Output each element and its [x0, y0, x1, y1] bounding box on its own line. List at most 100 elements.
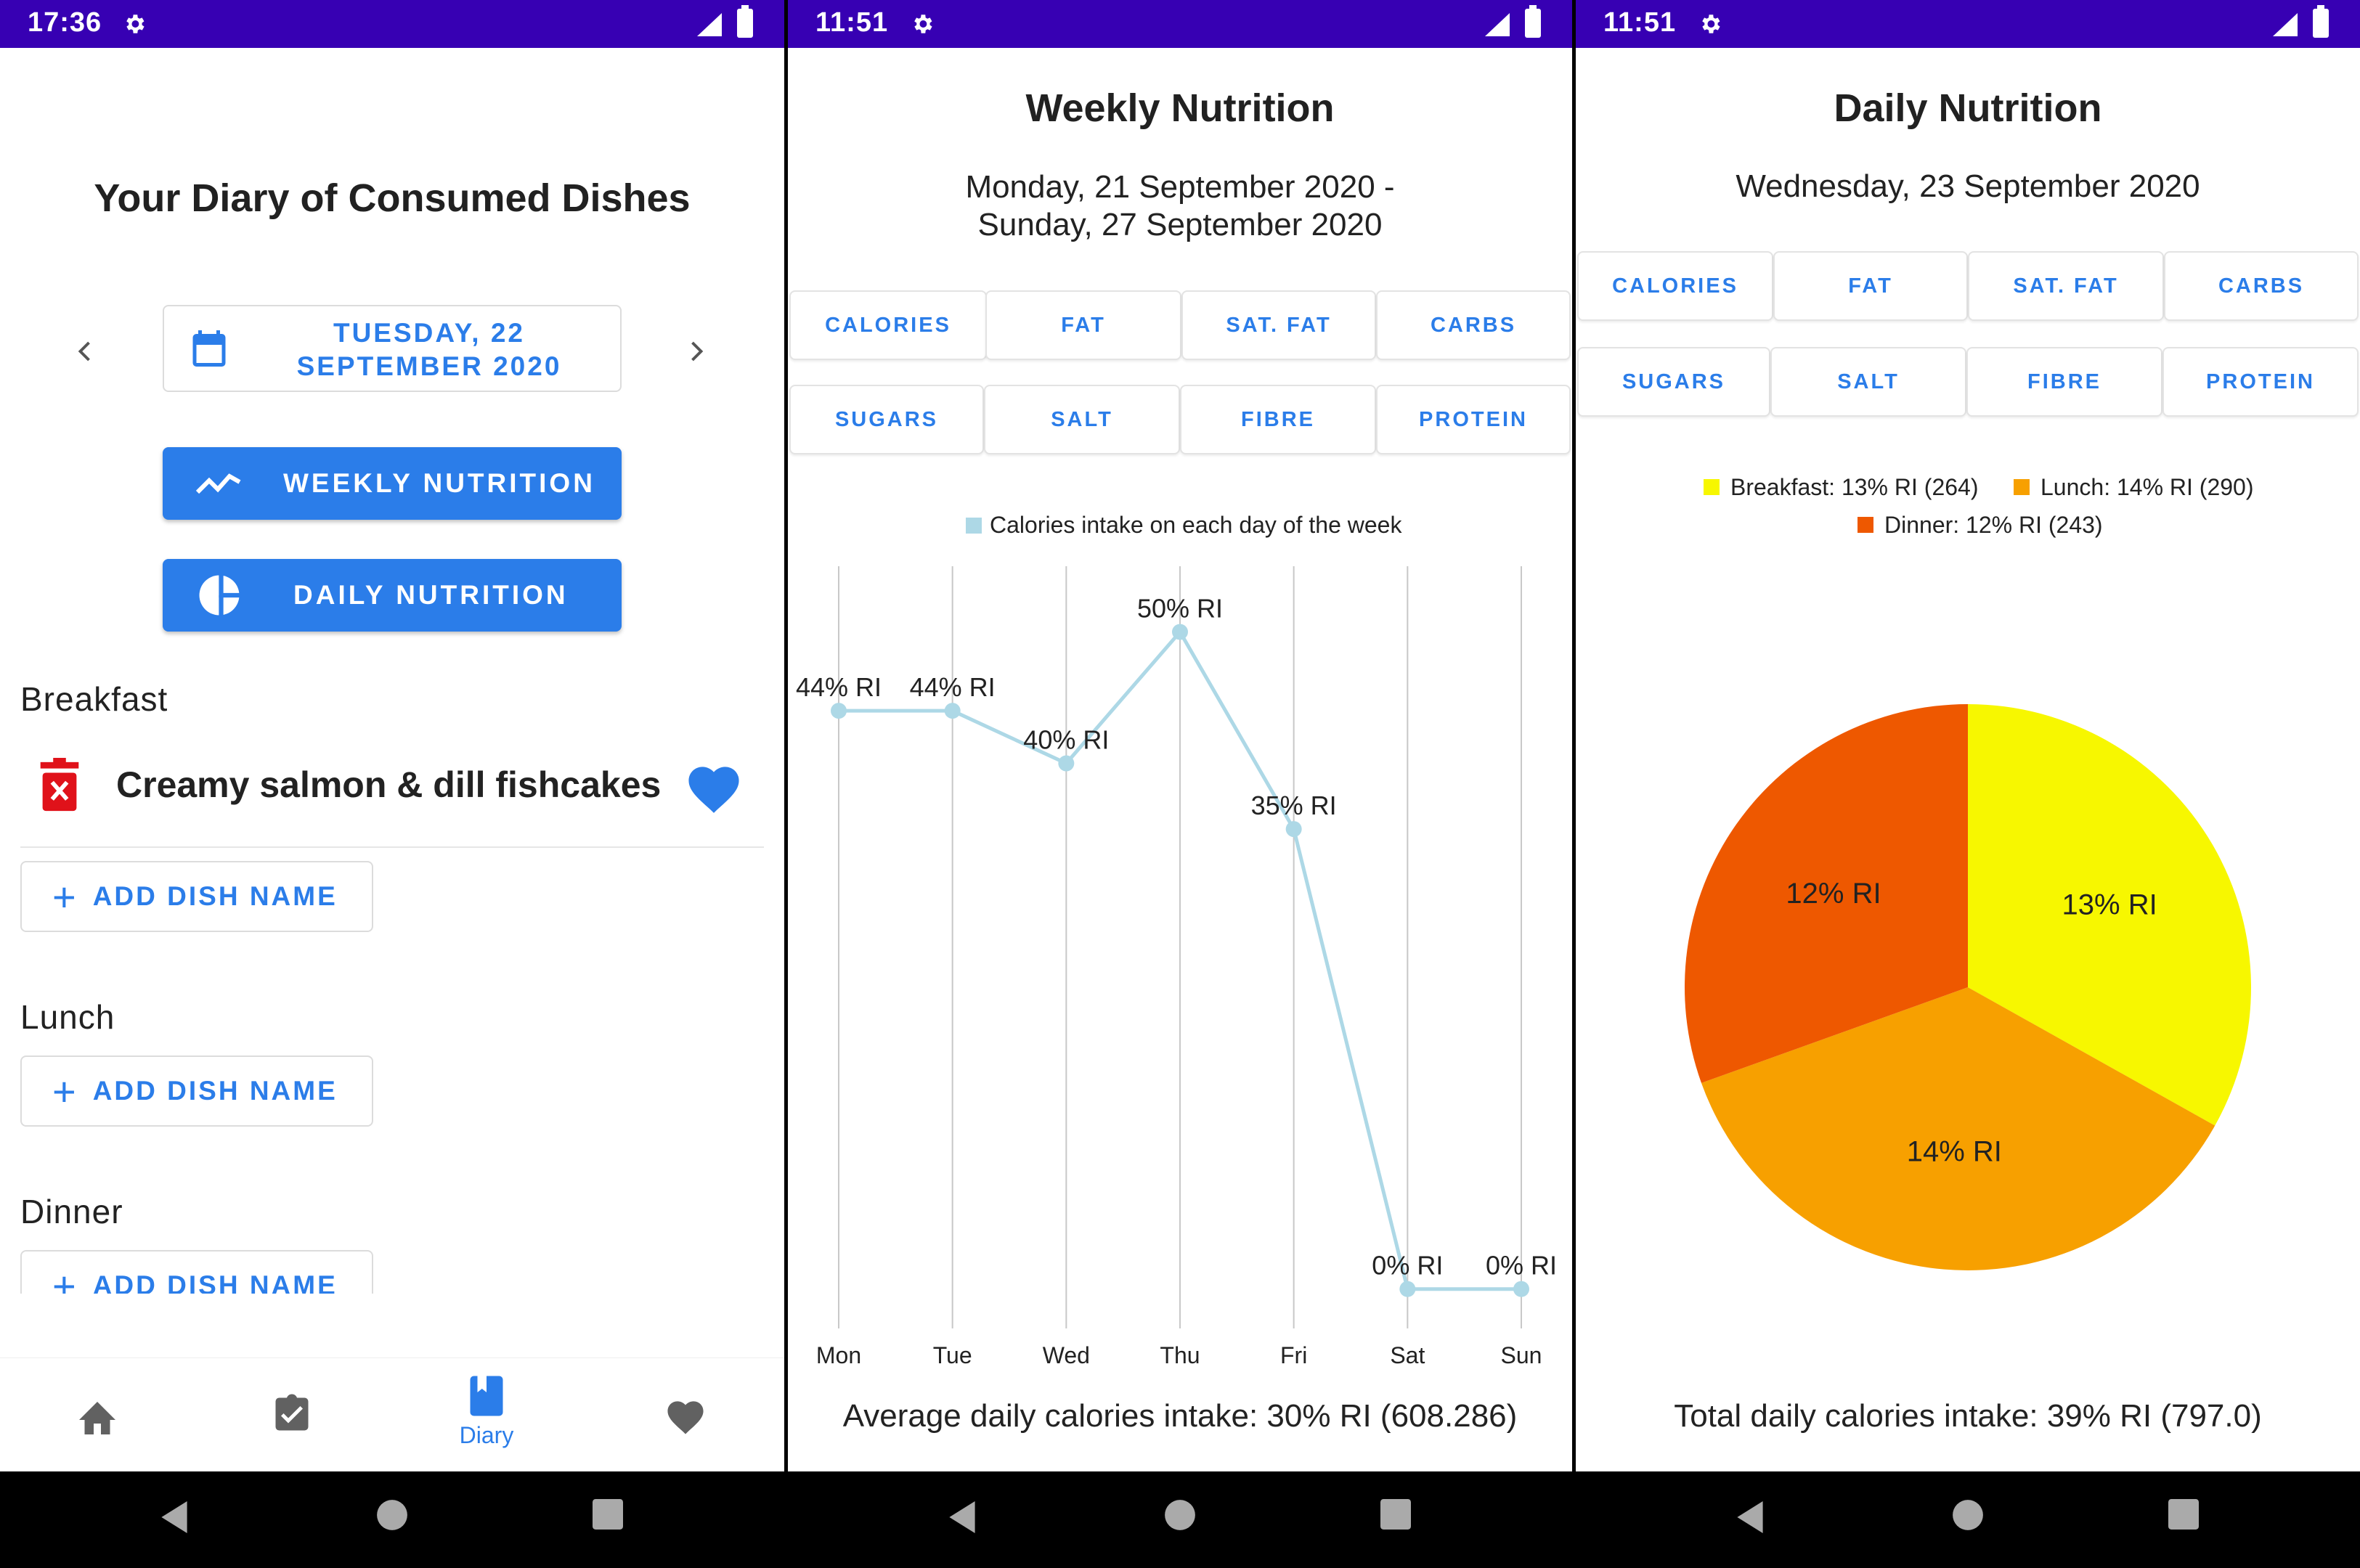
- data-point: [1513, 1281, 1529, 1297]
- data-label: 44% RI: [910, 672, 996, 702]
- data-point: [1285, 821, 1302, 838]
- average-intake-summary: Average daily calories intake: 30% RI (6…: [842, 1398, 1518, 1434]
- battery-icon: [2313, 5, 2329, 38]
- pie-slice-label: 13% RI: [2062, 889, 2157, 921]
- add-dinner-dish-button[interactable]: + ADD DISH NAME: [20, 1250, 373, 1294]
- data-label: 40% RI: [1023, 725, 1109, 755]
- add-lunch-dish-button[interactable]: + ADD DISH NAME: [20, 1055, 373, 1127]
- tab-fibre[interactable]: FIBRE: [1180, 385, 1376, 454]
- data-label: 0% RI: [1486, 1251, 1557, 1281]
- trending-line-icon: [195, 473, 241, 494]
- tab-sat-fat[interactable]: SAT. FAT: [1968, 251, 2164, 321]
- dinner-heading: Dinner: [20, 1193, 123, 1230]
- legend-lunch: Lunch: 14% RI (290): [2040, 474, 2254, 500]
- data-label: 44% RI: [796, 672, 882, 702]
- x-tick-label: Fri: [1280, 1342, 1307, 1368]
- tab-sat-fat[interactable]: SAT. FAT: [1181, 290, 1376, 360]
- back-triangle-icon[interactable]: [158, 1499, 190, 1535]
- settings-gear-icon: [126, 15, 145, 33]
- settings-gear-icon: [914, 15, 932, 33]
- data-point: [944, 703, 961, 719]
- add-breakfast-dish-button[interactable]: + ADD DISH NAME: [20, 861, 373, 932]
- recents-square-icon[interactable]: [593, 1499, 623, 1530]
- add-dish-label: ADD DISH NAME: [92, 1270, 338, 1294]
- tab-sugars[interactable]: SUGARS: [1577, 347, 1770, 417]
- data-label: 50% RI: [1137, 594, 1223, 624]
- data-point: [831, 703, 847, 719]
- data-label: 35% RI: [1251, 791, 1337, 820]
- nav-diary-book-icon: [470, 1376, 503, 1416]
- status-bar: 17:36: [0, 0, 784, 48]
- back-triangle-icon[interactable]: [946, 1499, 978, 1535]
- tab-fat[interactable]: FAT: [1773, 251, 1968, 321]
- tab-protein[interactable]: PROTEIN: [1376, 385, 1571, 454]
- date-picker-button[interactable]: TUESDAY, 22 SEPTEMBER 2020: [163, 305, 622, 392]
- tab-fibre[interactable]: FIBRE: [1966, 347, 2162, 417]
- date-line-2: SEPTEMBER 2020: [296, 351, 562, 381]
- data-label: 0% RI: [1372, 1251, 1443, 1281]
- tab-salt[interactable]: SALT: [1770, 347, 1966, 417]
- x-tick-label: Tue: [933, 1342, 972, 1368]
- weekly-nutrition-button[interactable]: WEEKLY NUTRITION: [163, 447, 622, 520]
- system-navigation-bar: [1576, 1471, 2360, 1568]
- settings-gear-icon: [1702, 15, 1720, 33]
- recents-square-icon[interactable]: [2168, 1499, 2199, 1530]
- legend-breakfast: Breakfast: 13% RI (264): [1730, 474, 1978, 500]
- signal-icon: [2273, 13, 2298, 36]
- tab-carbs[interactable]: CARBS: [1376, 290, 1571, 360]
- pie-slice-label: 14% RI: [1907, 1135, 2002, 1167]
- daily-nutrition-button[interactable]: DAILY NUTRITION: [163, 559, 622, 632]
- status-bar: 11:51: [1576, 0, 2360, 48]
- daily-screen: 11:51 Daily Nutrition Wednesday, 23 Sept…: [1576, 0, 2360, 1568]
- signal-icon: [697, 13, 722, 36]
- diary-screen: 17:36 Your Diary of Consumed Dishes TUES…: [0, 0, 784, 1568]
- add-dish-label: ADD DISH NAME: [92, 881, 338, 911]
- lunch-heading: Lunch: [20, 998, 115, 1036]
- add-plus-icon: +: [52, 873, 78, 920]
- x-tick-label: Sat: [1390, 1342, 1425, 1368]
- weekly-nutrition-label: WEEKLY NUTRITION: [283, 468, 595, 498]
- home-circle-icon[interactable]: [1164, 1499, 1196, 1531]
- bottom-navigation: Diary: [0, 1357, 784, 1472]
- data-point: [1172, 624, 1188, 640]
- pie-slice-label: 12% RI: [1786, 878, 1881, 910]
- daily-nutrition-label: DAILY NUTRITION: [293, 580, 569, 610]
- status-bar: 11:51: [788, 0, 1572, 48]
- nav-favorites-heart-icon[interactable]: [664, 1396, 707, 1435]
- add-plus-icon: +: [52, 1068, 78, 1114]
- favorite-heart-icon[interactable]: [683, 759, 745, 814]
- system-navigation-bar: [0, 1471, 784, 1568]
- pie-chart-icon: [199, 575, 240, 616]
- x-tick-label: Sun: [1501, 1342, 1542, 1368]
- page-title: Weekly Nutrition: [1025, 86, 1335, 130]
- nav-home-icon[interactable]: [76, 1396, 119, 1437]
- home-circle-icon[interactable]: [376, 1499, 408, 1531]
- total-intake-summary: Total daily calories intake: 39% RI (797…: [1674, 1398, 2262, 1434]
- tab-calories[interactable]: CALORIES: [789, 290, 987, 360]
- data-point: [1058, 755, 1075, 772]
- previous-day-chevron-icon[interactable]: [73, 337, 99, 366]
- calendar-icon: [192, 330, 226, 367]
- status-time: 11:51: [1603, 7, 1677, 38]
- recents-square-icon[interactable]: [1380, 1499, 1411, 1530]
- legend-swatch-breakfast: [1704, 479, 1720, 495]
- tab-sugars[interactable]: SUGARS: [789, 385, 984, 454]
- x-tick-label: Mon: [816, 1342, 861, 1368]
- legend-dinner: Dinner: 12% RI (243): [1884, 512, 2103, 538]
- tab-carbs[interactable]: CARBS: [2164, 251, 2359, 321]
- tab-protein[interactable]: PROTEIN: [2162, 347, 2359, 417]
- back-triangle-icon[interactable]: [1734, 1499, 1766, 1535]
- page-title: Daily Nutrition: [1834, 86, 2102, 130]
- nav-checklist-icon[interactable]: [270, 1392, 314, 1437]
- tab-calories[interactable]: CALORIES: [1577, 251, 1773, 321]
- tab-fat[interactable]: FAT: [985, 290, 1181, 360]
- selected-date: Wednesday, 23 September 2020: [1736, 168, 2200, 204]
- dinner-add-clip: + ADD DISH NAME: [0, 1249, 784, 1294]
- date-line-1: TUESDAY, 22: [333, 318, 525, 348]
- delete-icon[interactable]: [38, 758, 81, 813]
- home-circle-icon[interactable]: [1952, 1499, 1984, 1531]
- battery-icon: [1525, 5, 1541, 38]
- nav-diary-tab[interactable]: Diary: [436, 1374, 537, 1454]
- tab-salt[interactable]: SALT: [984, 385, 1180, 454]
- next-day-chevron-icon[interactable]: [683, 337, 709, 366]
